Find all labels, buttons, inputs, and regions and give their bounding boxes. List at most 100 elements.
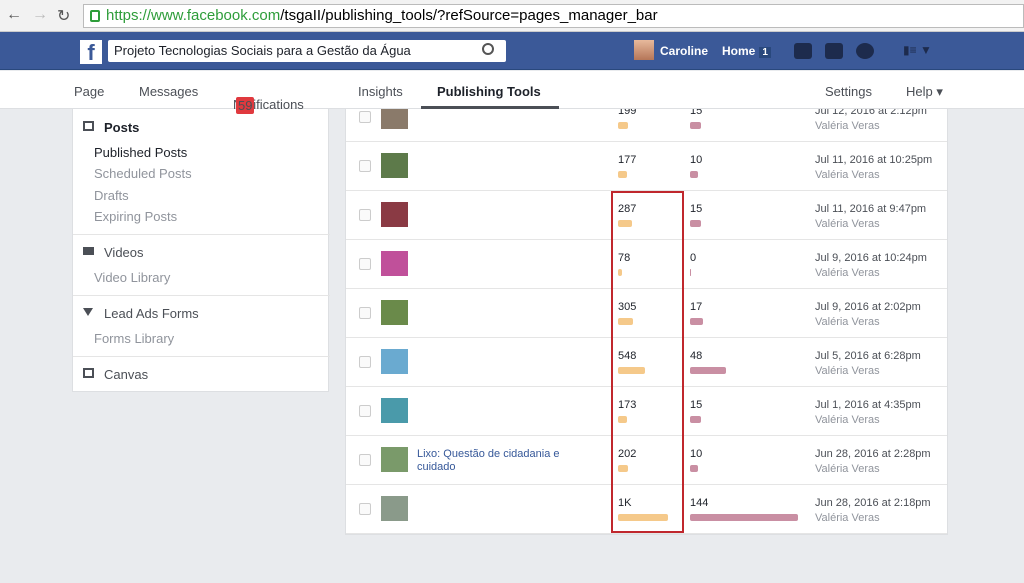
post-title[interactable]: Lixo: Questão de cidadania e cuidado [417, 448, 567, 474]
avatar[interactable] [634, 40, 654, 60]
post-author: Valéria Veras [815, 120, 880, 132]
sidebar-lead-ads-heading[interactable]: Lead Ads Forms [104, 306, 199, 321]
globe-icon[interactable] [856, 43, 874, 59]
sidebar-item-scheduled-posts[interactable]: Scheduled Posts [94, 166, 192, 181]
row-checkbox[interactable] [359, 503, 371, 515]
post-date[interactable]: Jul 9, 2016 at 10:24pm [815, 252, 927, 264]
post-author: Valéria Veras [815, 463, 880, 475]
reach-value: 177 [618, 154, 637, 166]
tab-help[interactable]: Help ▾ [906, 84, 943, 100]
browser-toolbar: ← → ↻ https://www.facebook.com/tsgaII/pu… [0, 0, 1024, 32]
post-thumbnail[interactable] [381, 398, 408, 423]
post-thumbnail[interactable] [381, 153, 408, 178]
search-value: Projeto Tecnologias Sociais para a Gestã… [114, 43, 411, 58]
facebook-top-bar: f Projeto Tecnologias Sociais para a Ges… [0, 32, 1024, 70]
post-date[interactable]: Jul 5, 2016 at 6:28pm [815, 350, 921, 362]
post-date[interactable]: Jul 9, 2016 at 2:02pm [815, 301, 921, 313]
tab-settings[interactable]: Settings [825, 84, 872, 99]
post-date[interactable]: Jun 28, 2016 at 2:28pm [815, 448, 931, 460]
engagement-value: 48 [690, 350, 703, 362]
post-thumbnail[interactable] [381, 496, 408, 521]
post-author: Valéria Veras [815, 512, 880, 524]
sidebar-posts-heading[interactable]: Posts [104, 120, 139, 135]
url-path: /tsgaII/publishing_tools/?refSource=page… [280, 7, 658, 24]
sidebar-item-published-posts[interactable]: Published Posts [94, 145, 187, 160]
row-checkbox[interactable] [359, 356, 371, 368]
post-thumbnail[interactable] [381, 300, 408, 325]
friend-requests-icon[interactable] [794, 43, 812, 59]
post-author: Valéria Veras [815, 169, 880, 181]
posts-icon [83, 121, 94, 131]
engagement-bar [690, 220, 702, 227]
engagement-value: 10 [690, 448, 703, 460]
sidebar-item-expiring-posts[interactable]: Expiring Posts [94, 209, 177, 224]
divider [73, 234, 330, 235]
tab-page[interactable]: Page [74, 84, 104, 99]
divider [73, 295, 330, 296]
engagement-value: 144 [690, 497, 709, 509]
sidebar-canvas-heading[interactable]: Canvas [104, 367, 148, 382]
tab-insights[interactable]: Insights [358, 84, 403, 99]
home-link[interactable]: Home 1 [722, 44, 771, 58]
engagement-bar [690, 318, 703, 325]
post-thumbnail[interactable] [381, 349, 408, 374]
reach-bar [618, 122, 628, 129]
row-checkbox[interactable] [359, 160, 371, 172]
post-thumbnail[interactable] [381, 251, 408, 276]
video-icon [83, 247, 94, 255]
post-thumbnail[interactable] [381, 447, 408, 472]
row-checkbox[interactable] [359, 209, 371, 221]
url-host: https://www.facebook.com [106, 7, 281, 24]
lock-icon [90, 10, 100, 22]
filter-icon [83, 308, 93, 316]
table-row[interactable]: 177 10 Jul 11, 2016 at 10:25pm Valéria V… [346, 142, 947, 191]
engagement-bar [690, 367, 726, 374]
row-checkbox[interactable] [359, 307, 371, 319]
divider [73, 356, 330, 357]
canvas-icon [83, 368, 94, 378]
reload-icon[interactable]: ↻ [57, 6, 70, 26]
facebook-logo[interactable]: f [80, 40, 102, 65]
tab-publishing-tools[interactable]: Publishing Tools [437, 84, 541, 99]
engagement-value: 10 [690, 154, 703, 166]
engagement-bar [690, 171, 698, 178]
post-thumbnail[interactable] [381, 202, 408, 227]
home-label: Home [722, 44, 756, 58]
home-badge: 1 [759, 47, 771, 58]
active-tab-indicator [421, 106, 559, 109]
sidebar: Posts Published Posts Scheduled Posts Dr… [72, 108, 330, 392]
row-checkbox[interactable] [359, 258, 371, 270]
row-checkbox[interactable] [359, 405, 371, 417]
sidebar-videos-heading[interactable]: Videos [104, 245, 144, 260]
row-checkbox[interactable] [359, 111, 371, 123]
search-input[interactable]: Projeto Tecnologias Sociais para a Gestã… [108, 40, 506, 62]
post-date[interactable]: Jul 1, 2016 at 4:35pm [815, 399, 921, 411]
post-date[interactable]: Jul 11, 2016 at 10:25pm [815, 154, 932, 166]
tab-messages[interactable]: Messages [139, 84, 198, 99]
engagement-bar [690, 465, 698, 472]
sidebar-item-forms-library[interactable]: Forms Library [94, 331, 174, 346]
engagement-value: 15 [690, 203, 703, 215]
address-bar[interactable]: https://www.facebook.com/tsgaII/publishi… [83, 4, 1024, 28]
post-author: Valéria Veras [815, 414, 880, 426]
post-date[interactable]: Jun 28, 2016 at 2:18pm [815, 497, 931, 509]
search-icon[interactable] [482, 43, 494, 55]
engagement-bar [690, 514, 798, 521]
messages-icon[interactable] [825, 43, 843, 59]
reach-bar [618, 171, 627, 178]
reach-highlight-box [611, 191, 684, 533]
sidebar-item-video-library[interactable]: Video Library [94, 270, 170, 285]
post-date[interactable]: Jul 11, 2016 at 9:47pm [815, 203, 926, 215]
engagement-value: 17 [690, 301, 703, 313]
back-icon[interactable]: ← [6, 6, 22, 24]
forward-icon[interactable]: → [32, 6, 48, 24]
sidebar-item-drafts[interactable]: Drafts [94, 188, 129, 203]
post-author: Valéria Veras [815, 218, 880, 230]
account-menu-icon[interactable]: ▮≡ ▼ [903, 43, 937, 59]
row-checkbox[interactable] [359, 454, 371, 466]
engagement-value: 15 [690, 399, 703, 411]
engagement-value: 0 [690, 252, 697, 264]
post-author: Valéria Veras [815, 316, 880, 328]
post-author: Valéria Veras [815, 365, 880, 377]
profile-link[interactable]: Caroline [660, 44, 708, 58]
